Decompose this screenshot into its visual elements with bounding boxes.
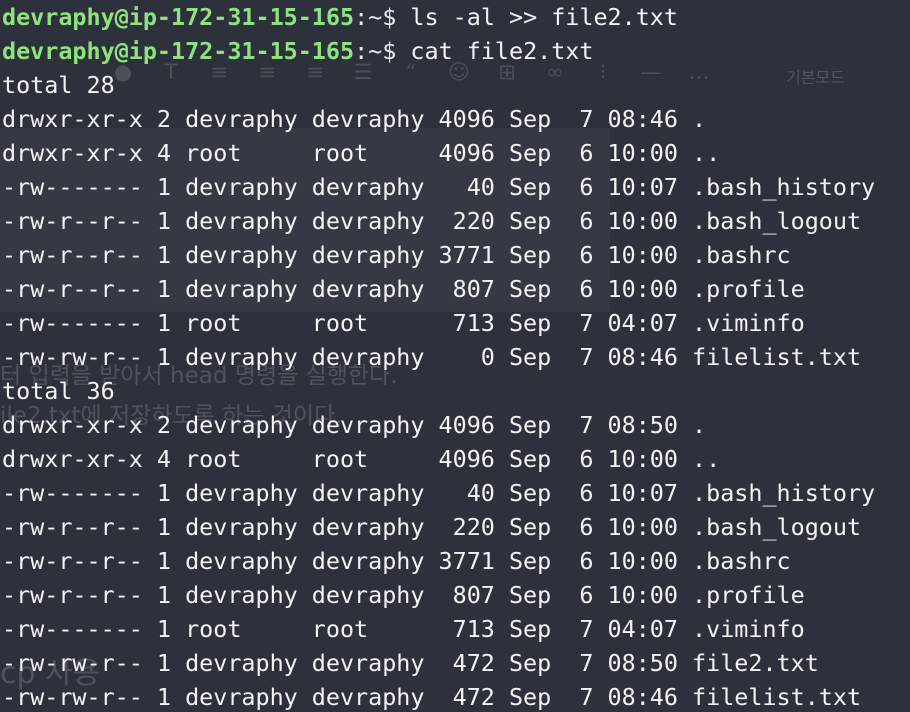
output-line: -rw-rw-r-- 1 devraphy devraphy 0 Sep 7 0…: [2, 343, 862, 371]
output-line: -rw-r--r-- 1 devraphy devraphy 220 Sep 6…: [2, 513, 862, 541]
prompt-line: devraphy@ip-172-31-15-165:~$ ls -al >> f…: [2, 0, 875, 34]
output-line: total 28: [2, 71, 115, 99]
output-line: -rw-r--r-- 1 devraphy devraphy 220 Sep 6…: [2, 207, 862, 235]
output-line: -rw-rw-r-- 1 devraphy devraphy 472 Sep 7…: [2, 649, 819, 677]
prompt-user-host: devraphy@ip-172-31-15-165: [2, 37, 355, 65]
output-line: drwxr-xr-x 2 devraphy devraphy 4096 Sep …: [2, 411, 707, 439]
output-line: drwxr-xr-x 4 root root 4096 Sep 6 10:00 …: [2, 445, 721, 473]
output-line: -rw------- 1 root root 713 Sep 7 04:07 .…: [2, 615, 805, 643]
output-line: drwxr-xr-x 2 devraphy devraphy 4096 Sep …: [2, 105, 707, 133]
prompt-line: devraphy@ip-172-31-15-165:~$ cat file2.t…: [2, 34, 875, 68]
command-text: ls -al >> file2.txt: [410, 3, 678, 31]
terminal-window[interactable]: ● T ≡ ≡ ≡ ☰ “ ☺ ⊞ ∞ ⁝ — … 기본모드 터 입력을 받아서…: [0, 0, 910, 712]
output-line: -rw-r--r-- 1 devraphy devraphy 3771 Sep …: [2, 547, 791, 575]
command-text: cat file2.txt: [410, 37, 594, 65]
prompt-separator: :: [354, 3, 369, 31]
prompt-path: ~$: [368, 37, 411, 65]
output-line: -rw------- 1 root root 713 Sep 7 04:07 .…: [2, 309, 805, 337]
prompt-path: ~$: [368, 3, 411, 31]
output-line: -rw-rw-r-- 1 devraphy devraphy 472 Sep 7…: [2, 683, 862, 711]
terminal-output: devraphy@ip-172-31-15-165:~$ ls -al >> f…: [2, 0, 875, 712]
output-line: drwxr-xr-x 4 root root 4096 Sep 6 10:00 …: [2, 139, 721, 167]
prompt-user-host: devraphy@ip-172-31-15-165: [2, 3, 355, 31]
output-line: -rw-r--r-- 1 devraphy devraphy 807 Sep 6…: [2, 581, 805, 609]
output-line: -rw-r--r-- 1 devraphy devraphy 807 Sep 6…: [2, 275, 805, 303]
output-line: total 36: [2, 377, 115, 405]
output-line: -rw-r--r-- 1 devraphy devraphy 3771 Sep …: [2, 241, 791, 269]
output-line: -rw------- 1 devraphy devraphy 40 Sep 6 …: [2, 173, 876, 201]
prompt-separator: :: [354, 37, 369, 65]
output-line: -rw------- 1 devraphy devraphy 40 Sep 6 …: [2, 479, 876, 507]
